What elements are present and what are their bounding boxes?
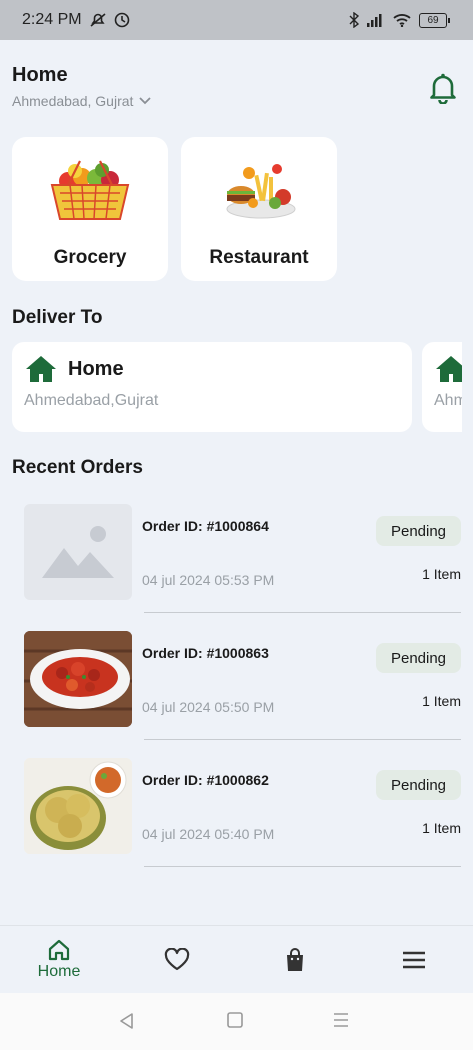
location-selector[interactable]: Ahmedabad, Gujrat (12, 93, 462, 109)
address-card[interactable]: Ahmedabad,Gujrat (422, 342, 462, 432)
recent-orders-title: Recent Orders (12, 457, 143, 478)
order-date: 04 jul 2024 05:53 PM (142, 572, 275, 588)
order-thumbnail (24, 758, 132, 854)
order-row[interactable]: Order ID: #1000864 04 jul 2024 05:53 PM … (24, 504, 461, 614)
mute-icon (90, 13, 106, 27)
status-badge: Pending (376, 516, 461, 546)
bag-icon (287, 948, 303, 971)
clock-icon (114, 12, 129, 28)
bluetooth-icon (349, 12, 359, 28)
back-icon[interactable] (118, 1012, 136, 1030)
nav-orders[interactable] (236, 926, 354, 994)
divider (144, 739, 461, 740)
food-photo (24, 631, 132, 727)
category-label: Restaurant (209, 247, 309, 268)
location-label: Ahmedabad, Gujrat (12, 93, 134, 109)
image-placeholder-icon (42, 526, 114, 578)
order-id: Order ID: #1000863 (142, 645, 269, 661)
notification-bell-icon[interactable] (428, 72, 458, 104)
home-icon (48, 939, 70, 961)
order-id: Order ID: #1000862 (142, 772, 269, 788)
category-restaurant[interactable]: Restaurant (181, 137, 337, 281)
restaurant-food-icon (226, 164, 296, 219)
bottom-nav: Home (0, 925, 473, 993)
order-item-count: 1 Item (422, 566, 461, 582)
divider (144, 866, 461, 867)
address-name: Home (68, 358, 124, 380)
order-item-count: 1 Item (422, 820, 461, 836)
order-id: Order ID: #1000864 (142, 518, 269, 534)
header: Home Ahmedabad, Gujrat (12, 64, 462, 114)
home-icon (436, 356, 462, 382)
chevron-down-icon (139, 97, 152, 105)
recents-icon[interactable] (333, 1012, 349, 1028)
address-text: Ahmedabad,Gujrat (434, 392, 462, 409)
wifi-icon (393, 14, 411, 27)
grocery-basket-icon (50, 160, 130, 220)
home-button-icon[interactable] (227, 1012, 243, 1028)
signal-icon (367, 14, 382, 27)
heart-icon (164, 948, 190, 971)
deliver-to-title: Deliver To (12, 307, 103, 328)
menu-icon (403, 951, 425, 969)
order-thumbnail (24, 504, 132, 600)
address-card[interactable]: Home Ahmedabad,Gujrat (12, 342, 412, 432)
category-label: Grocery (53, 247, 127, 268)
home-icon (26, 356, 56, 382)
address-text: Ahmedabad,Gujrat (24, 392, 159, 409)
nav-favorites[interactable] (118, 926, 236, 994)
status-time: 2:24 PM (22, 11, 82, 28)
order-row[interactable]: Order ID: #1000863 04 jul 2024 05:50 PM … (24, 631, 461, 741)
page-title: Home (12, 64, 68, 86)
nav-home[interactable]: Home (0, 926, 118, 994)
category-grocery[interactable]: Grocery (12, 137, 168, 281)
system-nav-bar (0, 993, 473, 1050)
status-badge: Pending (376, 643, 461, 673)
order-item-count: 1 Item (422, 693, 461, 709)
status-badge: Pending (376, 770, 461, 800)
divider (144, 612, 461, 613)
order-date: 04 jul 2024 05:50 PM (142, 699, 275, 715)
nav-menu[interactable] (355, 926, 473, 994)
status-bar: 2:24 PM 69 (0, 0, 473, 40)
battery-icon: 69 (419, 12, 450, 28)
nav-home-label: Home (37, 963, 81, 980)
order-row[interactable]: Order ID: #1000862 04 jul 2024 05:40 PM … (24, 758, 461, 868)
order-thumbnail (24, 631, 132, 727)
food-photo (24, 758, 132, 854)
order-date: 04 jul 2024 05:40 PM (142, 826, 275, 842)
